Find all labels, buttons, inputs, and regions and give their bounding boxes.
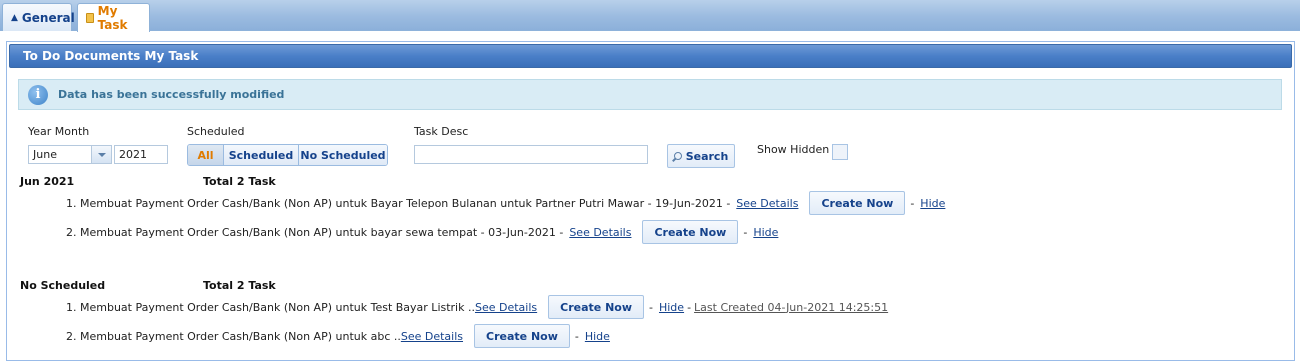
task-text: 2. Membuat Payment Order Cash/Bank (Non … [66,329,401,343]
group-total-no-scheduled: Total 2 Task [203,279,276,292]
task-row: 2. Membuat Payment Order Cash/Bank (Non … [66,219,778,245]
search-button-label: Search [685,149,729,163]
hide-link[interactable]: Hide [585,330,610,343]
info-message: Data has been successfully modified [58,88,285,101]
separator-dash: - [910,196,915,210]
month-select-value: June [33,148,57,161]
create-now-button[interactable]: Create Now [548,295,644,319]
tab-bar: ▲ General My Task [0,0,1300,32]
hide-link[interactable]: Hide [920,197,945,210]
tab-my-task[interactable]: My Task [77,3,150,32]
scheduled-label: Scheduled [187,125,245,138]
scheduled-option-scheduled[interactable]: Scheduled [223,145,298,165]
create-now-button[interactable]: Create Now [809,191,906,215]
last-created-text: Last Created 04-Jun-2021 14:25:51 [694,300,889,314]
task-row: 1. Membuat Payment Order Cash/Bank (Non … [66,190,945,216]
chevron-up-icon: ▲ [11,12,18,23]
chevron-down-icon[interactable] [91,146,111,163]
info-icon: i [28,84,48,105]
see-details-link[interactable]: See Details [401,330,463,343]
show-hidden-label: Show Hidden ? [757,143,839,156]
task-row: 2. Membuat Payment Order Cash/Bank (Non … [66,323,610,349]
year-month-label: Year Month [28,125,90,138]
separator-dash: - [574,329,579,343]
see-details-link[interactable]: See Details [736,197,798,210]
task-desc-input[interactable] [414,145,648,164]
tab-general-label: General [21,10,75,25]
group-title-jun-2021: Jun 2021 [20,175,75,188]
year-input[interactable]: 2021 [114,145,168,164]
group-title-no-scheduled: No Scheduled [20,279,106,292]
year-input-value: 2021 [119,148,147,161]
tab-my-task-label: My Task [97,4,128,32]
create-now-button[interactable]: Create Now [474,324,570,348]
scheduled-option-all[interactable]: All [188,145,223,165]
search-icon [673,152,682,160]
task-row: 1. Membuat Payment Order Cash/Bank (Non … [66,294,888,320]
hide-link[interactable]: Hide [753,226,778,239]
task-text: 1. Membuat Payment Order Cash/Bank (Non … [66,300,475,314]
show-hidden-checkbox[interactable] [832,144,848,160]
separator-dash: - [743,225,748,239]
group-total-jun-2021: Total 2 Task [203,175,276,188]
search-button[interactable]: Search [667,144,735,168]
task-text: 1. Membuat Payment Order Cash/Bank (Non … [66,196,731,210]
separator-dash: - [649,300,653,314]
info-notice: i Data has been successfully modified [18,79,1282,110]
see-details-link[interactable]: See Details [475,301,537,314]
task-text: 2. Membuat Payment Order Cash/Bank (Non … [66,225,564,239]
document-icon [86,13,94,23]
panel-header: To Do Documents My Task [9,44,1292,68]
month-select[interactable]: June [28,145,112,164]
hide-link[interactable]: Hide [659,301,684,314]
panel-title: To Do Documents My Task [23,49,199,63]
task-desc-label: Task Desc [414,125,469,138]
scheduled-toggle-group: All Scheduled No Scheduled [187,144,388,166]
tab-general[interactable]: ▲ General [2,3,75,31]
scheduled-option-no-scheduled[interactable]: No Scheduled [298,145,387,165]
create-now-button[interactable]: Create Now [642,220,739,244]
see-details-link[interactable]: See Details [569,226,631,239]
